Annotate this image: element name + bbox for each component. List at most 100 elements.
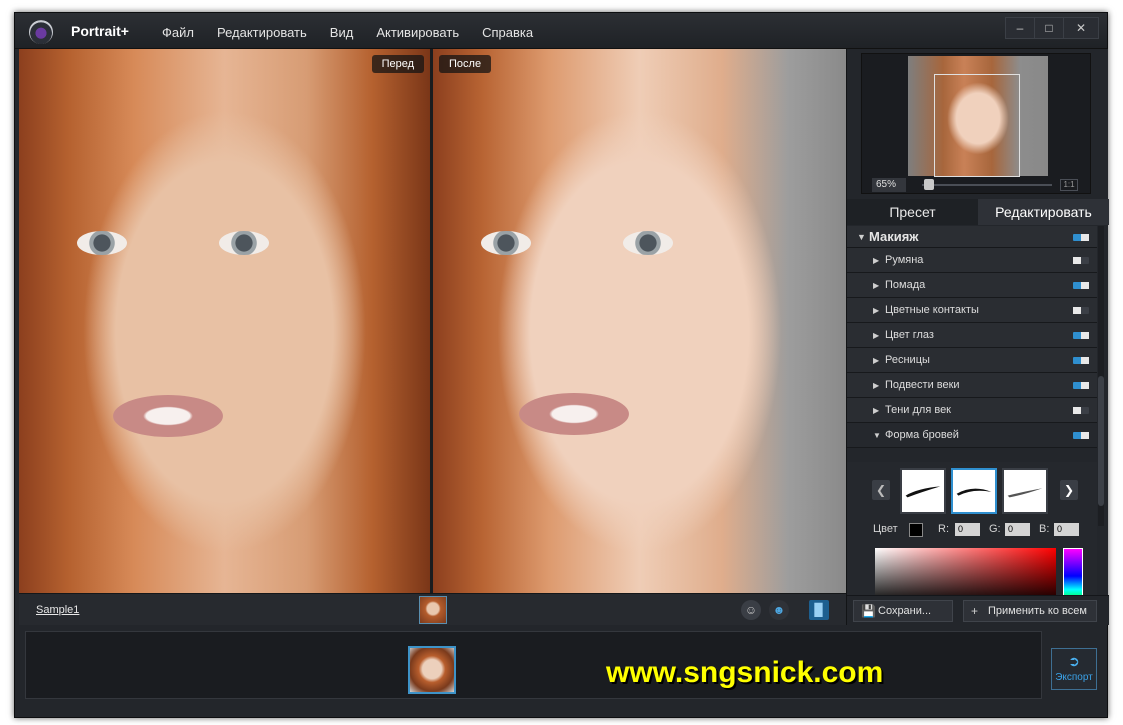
eye-right — [623, 231, 673, 255]
filmstrip-thumbnail[interactable] — [408, 646, 456, 694]
zoom-slider-handle[interactable] — [924, 179, 934, 190]
list-item-blush[interactable]: ▶ Румяна — [847, 248, 1097, 273]
save-preset-button[interactable]: 💾 Сохрани... — [853, 600, 953, 622]
window-controls: – □ ✕ — [1005, 17, 1099, 39]
navigator: 65% 1:1 — [861, 53, 1091, 194]
list-item-eyeliner[interactable]: ▶ Подвести веки — [847, 373, 1097, 398]
scrollbar-thumb[interactable] — [1098, 376, 1104, 506]
eyeshadow-toggle[interactable] — [1073, 407, 1089, 414]
item-label: Помада — [885, 279, 926, 291]
menu-help[interactable]: Справка — [482, 25, 533, 40]
lips — [113, 395, 223, 437]
tab-preset[interactable]: Пресет — [847, 199, 978, 225]
smile-icon[interactable]: ☻ — [769, 600, 789, 620]
r-field[interactable]: 0 — [955, 523, 980, 536]
eye-color-toggle[interactable] — [1073, 332, 1089, 339]
brow-settings: ❮ ❯ Цвет R: 0 G: 0 B: 0 — [847, 462, 1097, 604]
prev-preset-button[interactable]: ❮ — [872, 480, 890, 500]
export-button[interactable]: ➲ Экспорт — [1051, 648, 1097, 690]
after-photo[interactable]: После — [433, 49, 846, 593]
minimize-button[interactable]: – — [1005, 17, 1035, 39]
eyeliner-toggle[interactable] — [1073, 382, 1089, 389]
menu-bar: Файл Редактировать Вид Активировать Спра… — [162, 25, 556, 40]
makeup-list: ▼ Макияж ▶ Румяна ▶ Помада ▶ Цветные кон… — [847, 226, 1097, 448]
list-item-contacts[interactable]: ▶ Цветные контакты — [847, 298, 1097, 323]
expand-arrow-icon: ▶ — [873, 381, 880, 390]
expand-arrow-icon: ▶ — [873, 331, 880, 340]
item-label: Форма бровей — [885, 429, 959, 441]
expand-arrow-icon: ▼ — [857, 232, 866, 242]
section-makeup[interactable]: ▼ Макияж — [847, 226, 1097, 248]
eye-left — [481, 231, 531, 255]
before-photo[interactable]: Перед — [19, 49, 430, 593]
save-icon: 💾 — [861, 604, 876, 618]
brow-shape-toggle[interactable] — [1073, 432, 1089, 439]
item-label: Румяна — [885, 254, 924, 266]
brow-preset-1[interactable] — [900, 468, 946, 514]
color-swatch[interactable] — [909, 523, 923, 537]
after-label: После — [439, 55, 492, 73]
plus-icon: + — [971, 604, 979, 618]
brow-shape-1-icon — [905, 486, 941, 498]
expand-arrow-icon: ▶ — [873, 281, 880, 290]
lips — [519, 393, 629, 435]
current-photo-thumbnail[interactable] — [419, 596, 447, 624]
eye-right — [219, 231, 269, 255]
lashes-toggle[interactable] — [1073, 357, 1089, 364]
b-field[interactable]: 0 — [1054, 523, 1079, 536]
maximize-button[interactable]: □ — [1034, 17, 1064, 39]
after-photo-image — [433, 49, 846, 593]
blush-toggle[interactable] — [1073, 257, 1089, 264]
r-label: R: — [938, 523, 949, 535]
item-label: Тени для век — [885, 404, 951, 416]
color-label: Цвет — [873, 523, 898, 535]
watermark: www.sngsnick.com — [606, 656, 884, 689]
filename-link[interactable]: Sample1 — [36, 604, 79, 616]
menu-file[interactable]: Файл — [162, 25, 194, 40]
list-item-lashes[interactable]: ▶ Ресницы — [847, 348, 1097, 373]
list-item-lipstick[interactable]: ▶ Помада — [847, 273, 1097, 298]
export-icon: ➲ — [1068, 653, 1080, 669]
brow-preset-3[interactable] — [1002, 468, 1048, 514]
panel-tabs: Пресет Редактировать — [847, 199, 1109, 225]
apply-all-label: Применить ко всем — [988, 605, 1087, 617]
menu-activate[interactable]: Активировать — [376, 25, 459, 40]
navigator-viewport-frame[interactable] — [934, 74, 1020, 177]
apply-all-button[interactable]: + Применить ко всем — [963, 600, 1097, 622]
g-field[interactable]: 0 — [1005, 523, 1030, 536]
g-label: G: — [989, 523, 1001, 535]
photo-info-strip: Sample1 ☺ ☻ ▉ — [19, 593, 846, 625]
next-preset-button[interactable]: ❯ — [1060, 480, 1078, 500]
expand-arrow-icon: ▶ — [873, 356, 880, 365]
brow-shape-3-icon — [1007, 488, 1043, 498]
app-logo-icon — [29, 20, 53, 44]
item-label: Подвести веки — [885, 379, 960, 391]
list-item-eye-color[interactable]: ▶ Цвет глаз — [847, 323, 1097, 348]
expand-arrow-icon: ▶ — [873, 306, 880, 315]
face-detect-icon[interactable]: ☺ — [741, 600, 761, 620]
expand-arrow-icon: ▶ — [873, 406, 880, 415]
list-item-eyeshadow[interactable]: ▶ Тени для век — [847, 398, 1097, 423]
save-label: Сохрани... — [878, 605, 932, 617]
app-title: Portrait+ — [71, 23, 129, 39]
close-button[interactable]: ✕ — [1063, 17, 1099, 39]
tab-edit[interactable]: Редактировать — [978, 199, 1109, 225]
app-window: Portrait+ Файл Редактировать Вид Активир… — [14, 12, 1109, 718]
lipstick-toggle[interactable] — [1073, 282, 1089, 289]
zoom-level[interactable]: 65% — [872, 178, 906, 192]
list-item-brow-shape[interactable]: ▼ Форма бровей — [847, 423, 1097, 448]
contacts-toggle[interactable] — [1073, 307, 1089, 314]
menu-edit[interactable]: Редактировать — [217, 25, 307, 40]
panel-footer: 💾 Сохрани... + Применить ко всем — [847, 595, 1109, 625]
panel-scrollbar[interactable] — [1098, 226, 1104, 526]
item-label: Цвет глаз — [885, 329, 934, 341]
menu-view[interactable]: Вид — [330, 25, 354, 40]
eye-left — [77, 231, 127, 255]
title-bar: Portrait+ Файл Редактировать Вид Активир… — [15, 13, 1107, 49]
actual-size-button[interactable]: 1:1 — [1060, 179, 1078, 191]
brow-shape-2-icon — [956, 488, 992, 496]
brow-preset-2[interactable] — [951, 468, 997, 514]
split-view-icon[interactable]: ▉ — [809, 600, 829, 620]
zoom-slider-track[interactable] — [922, 184, 1052, 186]
makeup-toggle[interactable] — [1073, 233, 1089, 241]
